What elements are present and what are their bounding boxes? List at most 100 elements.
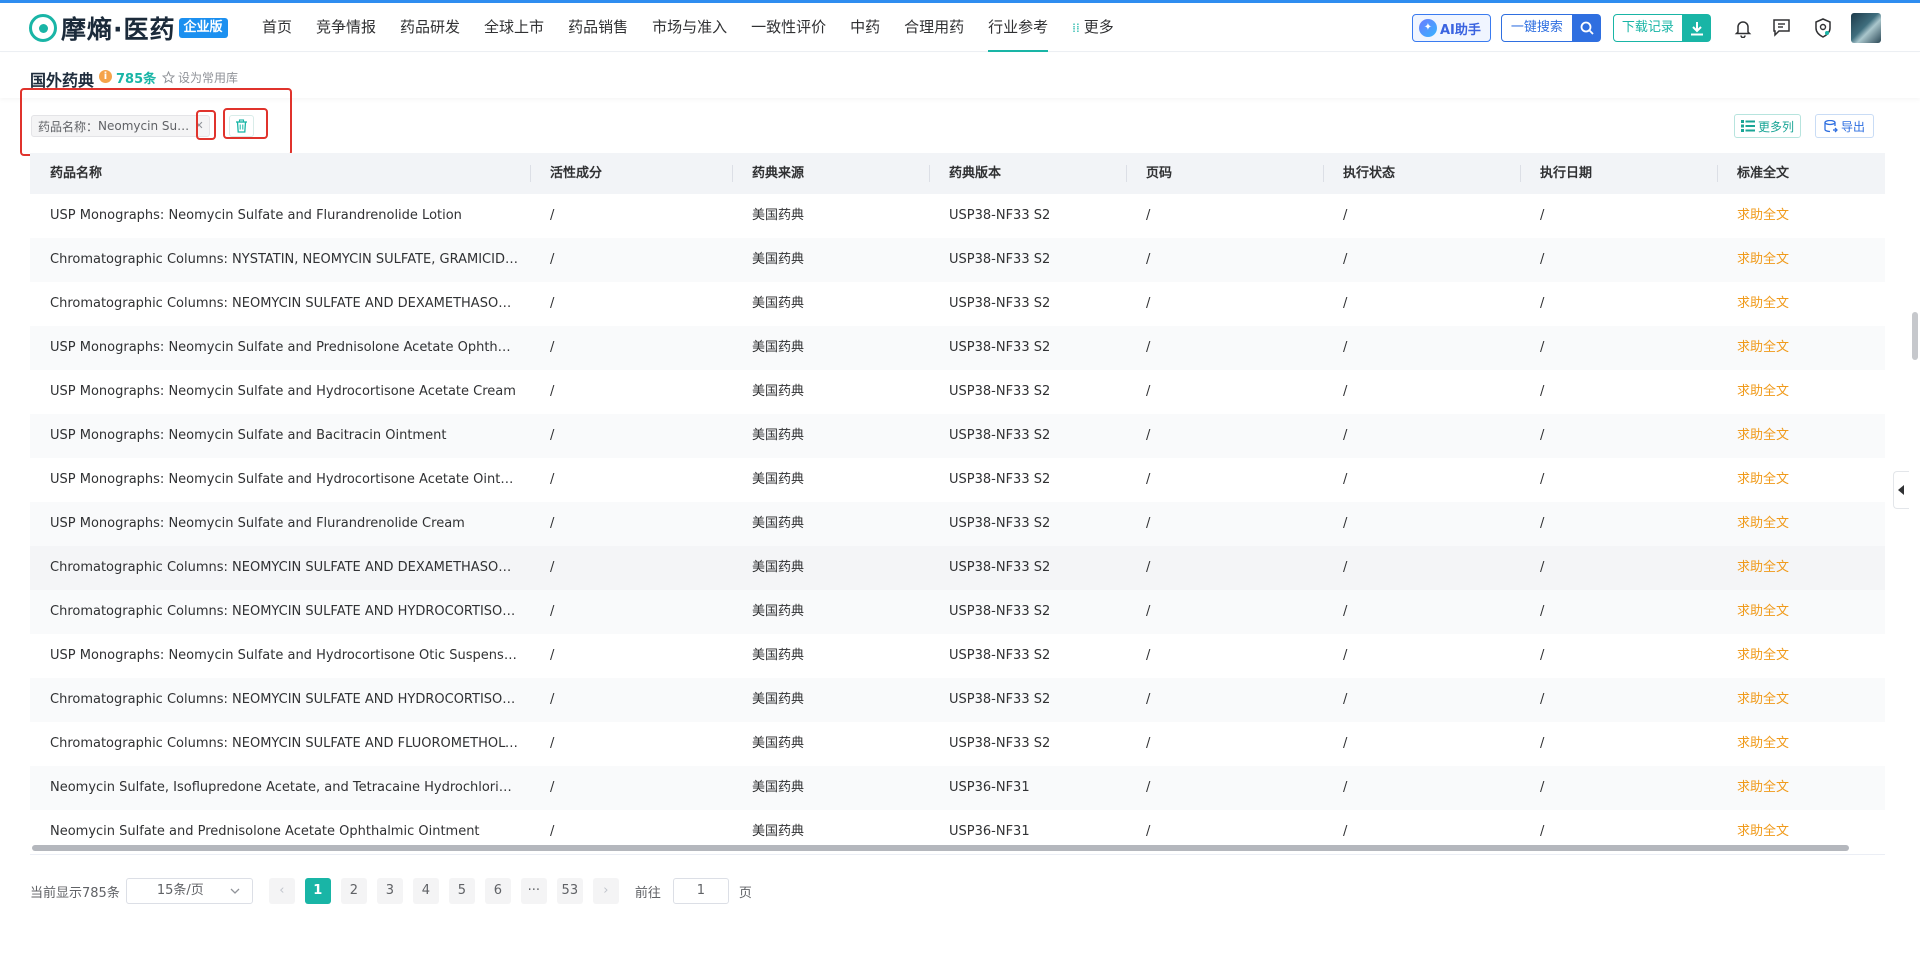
drug-name-cell[interactable]: Chromatographic Columns: NEOMYCIN SULFAT…: [30, 590, 530, 634]
nav-item[interactable]: 一致性评价: [751, 3, 826, 52]
page-button[interactable]: 3: [376, 878, 403, 904]
drug-name-cell[interactable]: USP Monographs: Neomycin Sulfate and Pre…: [30, 326, 530, 370]
user-avatar[interactable]: [1850, 13, 1881, 43]
message-icon[interactable]: [1771, 16, 1795, 40]
drug-name-cell[interactable]: Chromatographic Columns: NYSTATIN, NEOMY…: [30, 238, 530, 282]
drug-name-cell[interactable]: USP Monographs: Neomycin Sulfate and Hyd…: [30, 634, 530, 678]
nav-item[interactable]: 药品销售: [568, 3, 628, 52]
request-fulltext-link[interactable]: 求助全文: [1717, 238, 1885, 282]
table-row[interactable]: Chromatographic Columns: NEOMYCIN SULFAT…: [30, 546, 1885, 590]
request-fulltext-link[interactable]: 求助全文: [1717, 590, 1885, 634]
table-cell: USP38-NF33 S2: [949, 296, 1051, 311]
table-cell: /: [1540, 472, 1545, 487]
page-button[interactable]: 6: [484, 878, 511, 904]
request-fulltext-link[interactable]: 求助全文: [1717, 502, 1885, 546]
request-fulltext-link[interactable]: 求助全文: [1717, 326, 1885, 370]
ai-assistant-label: AI助手: [1440, 22, 1481, 38]
table-cell: /: [550, 780, 555, 795]
drug-name-cell[interactable]: USP Monographs: Neomycin Sulfate and Flu…: [30, 194, 530, 238]
table-cell: /: [1146, 428, 1151, 443]
vertical-scrollbar-thumb[interactable]: [1912, 312, 1918, 360]
table-row[interactable]: Neomycin Sulfate, Isoflupredone Acetate,…: [30, 766, 1885, 810]
table-row[interactable]: Chromatographic Columns: NEOMYCIN SULFAT…: [30, 282, 1885, 326]
drug-name-cell[interactable]: Chromatographic Columns: NEOMYCIN SULFAT…: [30, 678, 530, 722]
nav-item[interactable]: 合理用药: [904, 3, 964, 52]
request-fulltext-link[interactable]: 求助全文: [1717, 370, 1885, 414]
page-size-select[interactable]: 15条/页: [125, 878, 253, 904]
ai-icon: ✦: [1419, 19, 1437, 37]
table-cell: /: [550, 208, 555, 223]
table-row[interactable]: Chromatographic Columns: NYSTATIN, NEOMY…: [30, 238, 1885, 282]
quick-search-button[interactable]: 一键搜索: [1500, 14, 1601, 42]
request-fulltext-link[interactable]: 求助全文: [1717, 414, 1885, 458]
set-favorite-button[interactable]: 设为常用库: [162, 69, 238, 86]
request-fulltext-link[interactable]: 求助全文: [1717, 282, 1885, 326]
export-button[interactable]: 导出: [1815, 114, 1875, 138]
table-row[interactable]: USP Monographs: Neomycin Sulfate and Bac…: [30, 414, 1885, 458]
info-icon[interactable]: i: [99, 70, 112, 83]
nav-item[interactable]: 首页: [262, 3, 292, 52]
shield-icon[interactable]: [1811, 16, 1835, 40]
horizontal-scrollbar[interactable]: [30, 844, 1885, 852]
nav-item[interactable]: 行业参考: [988, 3, 1049, 52]
table-row[interactable]: Chromatographic Columns: NEOMYCIN SULFAT…: [30, 678, 1885, 722]
drug-name-cell[interactable]: USP Monographs: Neomycin Sulfate and Bac…: [30, 414, 530, 458]
request-fulltext-link[interactable]: 求助全文: [1717, 810, 1885, 843]
more-columns-button[interactable]: 更多列: [1734, 114, 1802, 138]
table-cell: /: [1343, 736, 1348, 751]
drug-name-cell[interactable]: USP Monographs: Neomycin Sulfate and Hyd…: [30, 370, 530, 414]
nav-item[interactable]: 市场与准入: [652, 3, 727, 52]
nav-item[interactable]: 全球上市: [484, 3, 544, 52]
page-button[interactable]: 5: [448, 878, 475, 904]
drug-name-cell[interactable]: Chromatographic Columns: NEOMYCIN SULFAT…: [30, 546, 530, 590]
table-cell: USP38-NF33 S2: [949, 472, 1051, 487]
table-cell: /: [1146, 252, 1151, 267]
page-button[interactable]: 2: [340, 878, 367, 904]
table-row[interactable]: USP Monographs: Neomycin Sulfate and Hyd…: [30, 370, 1885, 414]
request-fulltext-link[interactable]: 求助全文: [1717, 722, 1885, 766]
table-row[interactable]: USP Monographs: Neomycin Sulfate and Pre…: [30, 326, 1885, 370]
prev-page-button[interactable]: ‹: [268, 878, 295, 904]
request-fulltext-link[interactable]: 求助全文: [1717, 678, 1885, 722]
table-row[interactable]: USP Monographs: Neomycin Sulfate and Flu…: [30, 194, 1885, 238]
next-page-button[interactable]: ›: [592, 878, 619, 904]
ai-assistant-button[interactable]: ✦ AI助手: [1412, 14, 1491, 42]
pagination: 当前显示785条 15条/页 ‹ 123456 ··· 53 › 前往 1 页: [30, 878, 752, 904]
download-records-button[interactable]: 下载记录: [1612, 14, 1711, 42]
request-fulltext-link[interactable]: 求助全文: [1717, 546, 1885, 590]
table-row[interactable]: Chromatographic Columns: NEOMYCIN SULFAT…: [30, 722, 1885, 766]
request-fulltext-link[interactable]: 求助全文: [1717, 634, 1885, 678]
bell-icon[interactable]: [1731, 16, 1755, 40]
brand-logo[interactable]: 摩熵·医药 企业版: [29, 12, 228, 44]
nav-item[interactable]: 药品研发: [400, 3, 460, 52]
request-fulltext-link[interactable]: 求助全文: [1717, 194, 1885, 238]
table-cell: /: [1540, 296, 1545, 311]
drug-name-cell[interactable]: Neomycin Sulfate and Prednisolone Acetat…: [30, 810, 530, 843]
table-row[interactable]: Chromatographic Columns: NEOMYCIN SULFAT…: [30, 590, 1885, 634]
nav-item[interactable]: 中药: [850, 3, 880, 52]
side-panel-toggle[interactable]: [1893, 471, 1909, 509]
table-cell: /: [1146, 560, 1151, 575]
page-button[interactable]: 1: [304, 878, 331, 904]
drug-name-cell[interactable]: Neomycin Sulfate, Isoflupredone Acetate,…: [30, 766, 530, 810]
last-page-button[interactable]: 53: [556, 878, 583, 904]
nav-item-more[interactable]: ⁞⁞ 更多: [1072, 3, 1114, 52]
goto-page-input[interactable]: 1: [672, 878, 729, 904]
table-cell: /: [1540, 252, 1545, 267]
export-icon: [1824, 119, 1838, 132]
request-fulltext-link[interactable]: 求助全文: [1717, 458, 1885, 502]
drug-name-cell[interactable]: Chromatographic Columns: NEOMYCIN SULFAT…: [30, 282, 530, 326]
request-fulltext-link[interactable]: 求助全文: [1717, 766, 1885, 810]
drug-name-cell[interactable]: USP Monographs: Neomycin Sulfate and Hyd…: [30, 458, 530, 502]
drug-name-cell[interactable]: USP Monographs: Neomycin Sulfate and Flu…: [30, 502, 530, 546]
more-pages-button[interactable]: ···: [520, 878, 547, 904]
table-row[interactable]: USP Monographs: Neomycin Sulfate and Flu…: [30, 502, 1885, 546]
table-cell: /: [1146, 692, 1151, 707]
drug-name-cell[interactable]: Chromatographic Columns: NEOMYCIN SULFAT…: [30, 722, 530, 766]
horizontal-scrollbar-thumb[interactable]: [32, 845, 1849, 851]
table-row[interactable]: USP Monographs: Neomycin Sulfate and Hyd…: [30, 458, 1885, 502]
table-row[interactable]: USP Monographs: Neomycin Sulfate and Hyd…: [30, 634, 1885, 678]
nav-item[interactable]: 竞争情报: [316, 3, 376, 52]
page-button[interactable]: 4: [412, 878, 439, 904]
table-row[interactable]: Neomycin Sulfate and Prednisolone Acetat…: [30, 810, 1885, 843]
